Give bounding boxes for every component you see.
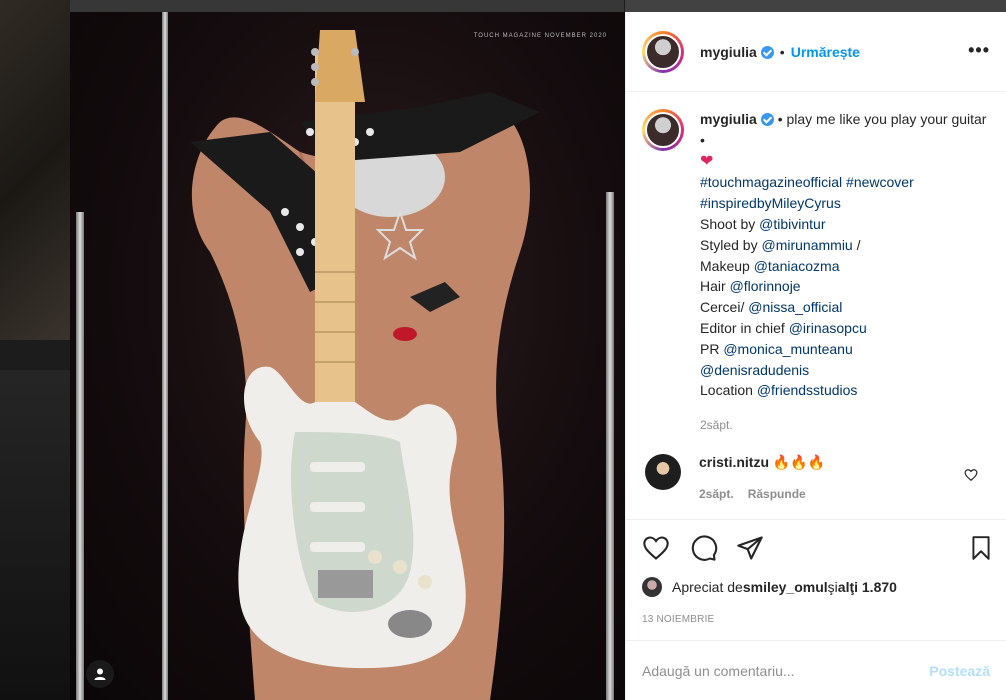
mention-link[interactable]: @florinnoje	[730, 278, 801, 294]
credit-label: Cercei/	[700, 299, 749, 316]
post-date[interactable]: 13 NOIEMBRIE	[642, 614, 714, 625]
separator-dot: •	[779, 43, 785, 60]
credit-label: PR	[700, 340, 724, 357]
caption-timestamp[interactable]: 2săpt.	[700, 415, 990, 436]
credit-label: Hair	[700, 278, 730, 295]
comment-item: cristi.nitzu 🔥🔥🔥 2săpt. Răspunde	[642, 453, 990, 501]
commenter-username[interactable]: cristi.nitzu	[699, 454, 769, 470]
mention-link[interactable]: @tibivintur	[759, 216, 825, 232]
heart-emoji: ❤	[700, 152, 714, 170]
caption-username[interactable]: mygiulia	[700, 111, 774, 127]
reply-button[interactable]: Răspunde	[748, 487, 806, 501]
likes-others-link[interactable]: alţi 1.870	[838, 579, 897, 595]
comment-text: 🔥🔥🔥	[772, 453, 826, 470]
post-comment-button[interactable]: Postează	[929, 663, 990, 679]
credit-label: Shoot by	[700, 215, 760, 232]
post-side-panel: mygiulia • Urmărește ••• mygiulia • play…	[625, 12, 1006, 700]
mention-link[interactable]: @friendsstudios	[757, 382, 858, 398]
add-comment-bar: Postează	[626, 640, 1006, 700]
action-bar	[626, 519, 1006, 581]
photo-illustration	[190, 30, 540, 700]
person-icon	[94, 668, 106, 680]
mention-link[interactable]: @mirunammiu	[761, 237, 852, 253]
credit-label: Location	[700, 382, 757, 399]
liker-username[interactable]: smiley_omul	[743, 579, 828, 595]
verified-badge-icon	[760, 113, 774, 126]
liker-avatar[interactable]	[642, 577, 662, 597]
post-caption: mygiulia • play me like you play your gu…	[642, 109, 990, 436]
credit-label: Makeup	[700, 257, 754, 274]
likes-middle: şi	[827, 579, 838, 595]
comment-input[interactable]	[642, 662, 930, 679]
credit-label: Styled by	[700, 236, 762, 253]
commenter-avatar[interactable]	[645, 453, 681, 490]
mention-link[interactable]: @taniacozma	[754, 258, 840, 274]
comment-bubble-icon[interactable]	[690, 534, 718, 562]
like-heart-icon[interactable]	[642, 534, 670, 562]
verified-badge-icon	[760, 45, 774, 59]
caption-avatar[interactable]	[642, 109, 684, 151]
magazine-watermark: TOUCH MAGAZINE NOVEMBER 2020	[473, 33, 607, 39]
likes-summary: Apreciat de smiley_omul şi alţi 1.870	[642, 577, 897, 597]
share-paper-plane-icon[interactable]	[736, 534, 764, 562]
follow-button[interactable]: Urmărește	[791, 44, 860, 60]
comment-like-icon[interactable]	[964, 468, 978, 482]
post-photo[interactable]: TOUCH MAGAZINE NOVEMBER 2020	[70, 12, 625, 700]
author-username[interactable]: mygiulia	[700, 44, 774, 60]
likes-prefix: Apreciat de	[672, 579, 743, 595]
caption-text: mygiulia • play me like you play your gu…	[700, 109, 990, 436]
more-options-icon[interactable]: •••	[968, 40, 990, 61]
credit-label: /	[852, 236, 861, 253]
post-header: mygiulia • Urmărește •••	[626, 12, 1006, 92]
mention-link[interactable]: @irinasopcu	[789, 320, 867, 336]
hashtag-link[interactable]: #touchmagazineofficial #newcover	[700, 174, 914, 190]
mention-link[interactable]: @nissa_official	[748, 299, 842, 315]
author-avatar[interactable]	[642, 30, 684, 73]
mention-link[interactable]: @denisradudenis	[700, 362, 809, 378]
save-bookmark-icon[interactable]	[968, 534, 994, 562]
mention-link[interactable]: @monica_munteanu	[723, 341, 852, 357]
hashtag-link[interactable]: #inspiredbyMileyCyrus	[700, 195, 841, 211]
comment-timestamp[interactable]: 2săpt.	[699, 487, 734, 501]
tagged-users-button[interactable]	[86, 660, 114, 688]
comments-list[interactable]: mygiulia • play me like you play your gu…	[626, 93, 1006, 518]
credit-label: Editor in chief	[700, 319, 789, 336]
